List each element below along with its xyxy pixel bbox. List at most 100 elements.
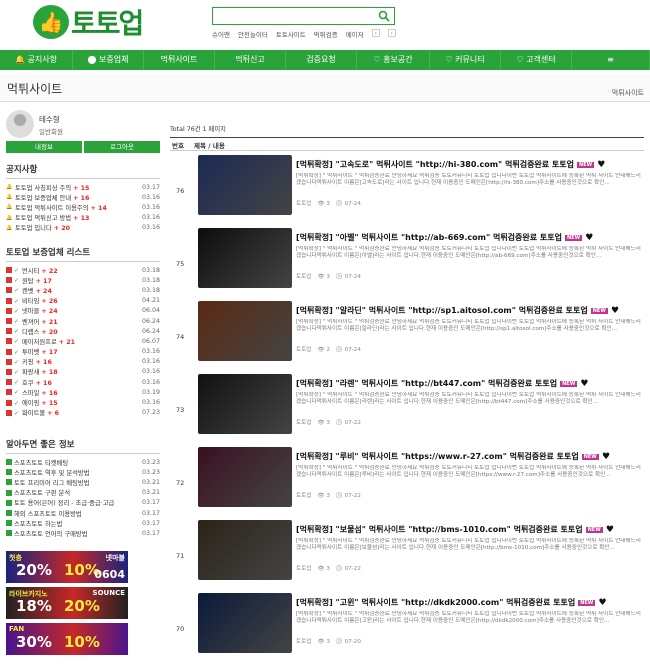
post-thumbnail[interactable] <box>198 301 292 361</box>
post-title[interactable]: [먹튀확정] "라렌" 먹튀사이트 "http://bt447.com" 먹튀검… <box>296 378 636 389</box>
partner-name[interactable]: 먼시티 + 22 <box>22 266 140 275</box>
top-link[interactable]: 먹튀검증 <box>314 29 338 39</box>
notice-text[interactable]: 토토업 보증업체 안내 + 16 <box>15 193 140 202</box>
notice-item[interactable]: 🔔 토토업 먹튀신고 방법 + 13 03.16 <box>6 213 160 223</box>
info-item[interactable]: 스포츠토토 티켓배팅 03.23 <box>6 457 160 467</box>
partner-item[interactable]: ✓ 벤져어 + 21 06.24 <box>6 316 160 326</box>
doc-icon <box>6 479 12 486</box>
partner-name[interactable]: 비타임 + 26 <box>22 296 140 305</box>
promo-banner[interactable]: FAN 30% 10% <box>6 623 128 655</box>
top-link[interactable]: 토토사이트 <box>276 29 306 39</box>
partner-name[interactable]: 호쿠 + 16 <box>22 378 140 387</box>
nav-item[interactable]: ≡ <box>572 50 650 70</box>
search-icon[interactable] <box>378 10 390 22</box>
partner-item[interactable]: ✓ 키핑 + 16 03.16 <box>6 357 160 367</box>
post-thumbnail[interactable] <box>198 228 292 288</box>
partner-name[interactable]: 키핑 + 16 <box>22 357 140 366</box>
partner-item[interactable]: ✓ 디랩스 + 20 06.24 <box>6 326 160 336</box>
promo-banner[interactable]: 첫충 20% 10% 넷마블 0604 <box>6 551 128 583</box>
partner-name[interactable]: 메이저원프로 + 21 <box>22 337 140 346</box>
post-title[interactable]: [먹튀확정] "알라딘" 먹튀사이트 "http://sp1.aitosol.c… <box>296 305 636 316</box>
partner-item[interactable]: ✓ 에이핑 + 15 03.16 <box>6 397 160 407</box>
breadcrumb[interactable]: 먹튀사이트 <box>612 88 644 98</box>
notice-item[interactable]: 🔔 토토업 보증업체 안내 + 16 03.16 <box>6 192 160 202</box>
post-views: 👁 3 <box>317 493 330 499</box>
partner-name[interactable]: 화이트볼 + 6 <box>22 408 140 417</box>
partner-name[interactable]: 투미벳 + 17 <box>22 347 140 356</box>
post-excerpt: [먹튀확정] " 먹튀사이트 " 먹튀검증완료 안녕하세요 먹튀검증 토토커뮤니… <box>296 246 641 260</box>
post-thumbnail[interactable] <box>198 447 292 507</box>
nav-item[interactable]: ⬤ 보증업체 <box>73 50 144 70</box>
partner-name[interactable]: 벤져어 + 21 <box>22 317 140 326</box>
nav-item[interactable]: ♡ 고객센터 <box>501 50 572 70</box>
partner-item[interactable]: ✓ 넷마블 + 24 06.04 <box>6 306 160 316</box>
info-item[interactable]: 스포츠토토 언어의 구매방법 03.17 <box>6 528 160 538</box>
notice-text[interactable]: 토토업 먹튀신고 방법 + 13 <box>15 213 140 222</box>
info-text[interactable]: 해외 스포츠토토 이용방법 <box>14 509 140 518</box>
post-title[interactable]: [먹튀확정] "보물섬" 먹튀사이트 "http://bms-1010.com"… <box>296 524 636 535</box>
partner-item[interactable]: ✓ 비타임 + 26 04.21 <box>6 296 160 306</box>
info-item[interactable]: 스포츠토토 하는법 03.17 <box>6 518 160 528</box>
search-input[interactable] <box>212 7 395 25</box>
partner-item[interactable]: ✓ 파랑새 + 18 03.16 <box>6 367 160 377</box>
info-text[interactable]: 스포츠토토 티켓배팅 <box>14 458 140 467</box>
nav-item[interactable]: 🔔 공지사항 <box>0 50 73 70</box>
partner-name[interactable]: 디랩스 + 20 <box>22 327 140 336</box>
post-thumbnail[interactable] <box>198 593 292 653</box>
page-prev-button[interactable]: ‹ <box>371 29 380 37</box>
notice-text[interactable]: 토토업 먹튀사이트 이용주의 + 14 <box>15 203 140 212</box>
post-row: 72 [먹튀확정] "루비" 먹튀사이트 "https://www.r-27.co… <box>170 447 644 519</box>
info-text[interactable]: 스포츠토토 언어의 구매방법 <box>14 529 140 538</box>
partner-name[interactable]: 에이핑 + 15 <box>22 398 140 407</box>
info-text[interactable]: 토토 용어(은어) 정리 - 초급·중급·고급 <box>14 498 140 507</box>
partner-item[interactable]: ✓ 원탑 + 17 03.18 <box>6 275 160 285</box>
partner-item[interactable]: ✓ 메이저원프로 + 21 06.07 <box>6 336 160 346</box>
nav-item[interactable]: 먹튀사이트 <box>144 50 215 70</box>
info-text[interactable]: 스포츠토토 구판 분석 <box>14 488 140 497</box>
info-item[interactable]: 토토 용어(은어) 정리 - 초급·중급·고급 03.17 <box>6 498 160 508</box>
post-title[interactable]: [먹튀확정] "루비" 먹튀사이트 "https://www.r-27.com"… <box>296 451 636 462</box>
partner-name[interactable]: 파랑새 + 18 <box>22 367 140 376</box>
partner-item[interactable]: ✓ 스마일 + 16 03.19 <box>6 387 160 397</box>
site-icon <box>6 368 12 375</box>
partner-name[interactable]: 원탑 + 17 <box>22 276 140 285</box>
info-item[interactable]: 스포츠토토 역후 및 분석방법 03.23 <box>6 467 160 477</box>
info-item[interactable]: 해외 스포츠토토 이용방법 03.17 <box>6 508 160 518</box>
top-link[interactable]: 안전놀이터 <box>238 29 268 39</box>
post-title[interactable]: [먹튀확정] "아벨" 먹튀사이트 "http://ab-669.com" 먹튀… <box>296 232 636 243</box>
partner-item[interactable]: ✓ 먼시티 + 22 03.18 <box>6 265 160 275</box>
info-text[interactable]: 스포츠토토 하는법 <box>14 519 140 528</box>
partner-name[interactable]: 스마일 + 16 <box>22 388 140 397</box>
partner-name[interactable]: 넷마블 + 24 <box>22 306 140 315</box>
info-text[interactable]: 토토 프리미어 리그 배팅방법 <box>14 478 140 487</box>
partner-item[interactable]: ✓ 캔벳 + 24 03.18 <box>6 285 160 295</box>
notice-text[interactable]: 토토업 사칭피싱 주의 + 15 <box>15 183 140 192</box>
info-item[interactable]: 스포츠토토 구판 분석 03.21 <box>6 488 160 498</box>
nav-item[interactable]: 검증요청 <box>286 50 357 70</box>
partner-name[interactable]: 캔벳 + 24 <box>22 286 140 295</box>
notice-text[interactable]: 토토업 입니다 + 20 <box>15 223 140 232</box>
info-text[interactable]: 스포츠토토 역후 및 분석방법 <box>14 468 140 477</box>
site-logo[interactable]: 👍 토토업 <box>33 5 173 40</box>
post-title[interactable]: [먹튀확정] "고속도로" 먹튀사이트 "http://hi-380.com" … <box>296 159 636 170</box>
notice-item[interactable]: 🔔 토토업 먹튀사이트 이용주의 + 14 03.16 <box>6 202 160 212</box>
nav-item[interactable]: 먹튀신고 <box>215 50 286 70</box>
post-thumbnail[interactable] <box>198 155 292 215</box>
logout-button[interactable]: 로그아웃 <box>84 141 160 153</box>
top-link[interactable]: 메이저 <box>346 29 364 39</box>
partner-item[interactable]: ✓ 호쿠 + 16 03.16 <box>6 377 160 387</box>
post-thumbnail[interactable] <box>198 520 292 580</box>
info-item[interactable]: 토토 프리미어 리그 배팅방법 03.21 <box>6 477 160 487</box>
partner-item[interactable]: ✓ 화이트볼 + 6 07.23 <box>6 408 160 418</box>
top-link[interactable]: 슈어맨 <box>212 29 230 39</box>
notice-item[interactable]: 🔔 토토업 사칭피싱 주의 + 15 03.17 <box>6 182 160 192</box>
post-thumbnail[interactable] <box>198 374 292 434</box>
page-next-button[interactable]: › <box>387 29 396 37</box>
nav-item[interactable]: ♡ 홍보공간 <box>357 50 430 70</box>
notice-item[interactable]: 🔔 토토업 입니다 + 20 03.16 <box>6 223 160 233</box>
partner-item[interactable]: ✓ 투미벳 + 17 03.16 <box>6 347 160 357</box>
promo-banner[interactable]: 라이브카지노 18% 20% SOUNCE <box>6 587 128 619</box>
post-title[interactable]: [먹튀확정] "고윈" 먹튀사이트 "http://dkdk2000.com" … <box>296 597 636 608</box>
nav-item[interactable]: ♡ 커뮤니티 <box>430 50 501 70</box>
my-info-button[interactable]: 내정보 <box>6 141 82 153</box>
